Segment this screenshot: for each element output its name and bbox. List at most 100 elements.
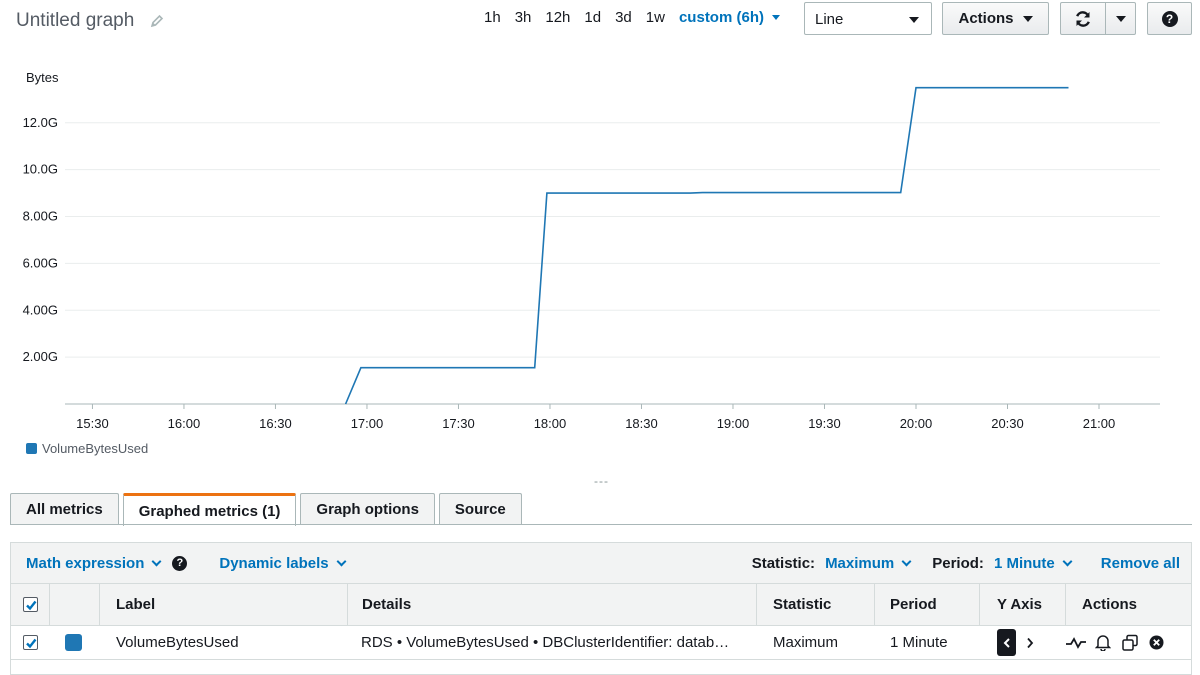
x-tick-label: 16:30 bbox=[259, 416, 292, 431]
actions-label: Actions bbox=[958, 10, 1014, 27]
custom-range-caret-icon[interactable] bbox=[771, 15, 780, 20]
statistic-label: Statistic: bbox=[751, 554, 816, 572]
chevron-right-icon bbox=[1027, 637, 1034, 648]
x-tick-label: 20:30 bbox=[991, 416, 1024, 431]
refresh-options-button[interactable] bbox=[1105, 2, 1136, 35]
column-divider bbox=[49, 584, 50, 626]
actions-button[interactable]: Actions bbox=[942, 2, 1049, 35]
range-12h[interactable]: 12h bbox=[545, 9, 570, 26]
column-divider bbox=[347, 584, 348, 626]
x-tick-label: 21:00 bbox=[1083, 416, 1116, 431]
range-1d[interactable]: 1d bbox=[584, 9, 601, 26]
dynamic-labels-label: Dynamic labels bbox=[219, 554, 329, 572]
remove-icon[interactable] bbox=[1149, 635, 1164, 650]
y-tick-label: 10.0G bbox=[23, 162, 58, 177]
header-statistic[interactable]: Statistic bbox=[773, 584, 831, 625]
chevron-down-icon bbox=[1062, 556, 1073, 566]
legend-swatch bbox=[26, 443, 37, 454]
chart-legend: VolumeBytesUsed bbox=[26, 441, 148, 456]
x-tick-label: 15:30 bbox=[76, 416, 109, 431]
tab-all-metrics[interactable]: All metrics bbox=[10, 493, 119, 525]
chevron-down-icon bbox=[909, 17, 919, 23]
tab-source[interactable]: Source bbox=[438, 493, 522, 525]
row-checkbox[interactable] bbox=[23, 626, 38, 659]
resize-handle[interactable]: --- bbox=[594, 474, 609, 488]
x-tick-label: 19:00 bbox=[717, 416, 750, 431]
copy-icon[interactable] bbox=[1121, 634, 1139, 652]
column-divider bbox=[1065, 584, 1066, 626]
edit-pencil-icon[interactable] bbox=[150, 14, 164, 33]
row-period[interactable]: 1 Minute bbox=[890, 626, 948, 659]
chevron-down-icon bbox=[151, 556, 162, 566]
header-period[interactable]: Period bbox=[890, 584, 937, 625]
chart-type-value: Line bbox=[815, 11, 844, 28]
tab-graphed-metrics[interactable]: Graphed metrics (1) bbox=[122, 493, 297, 526]
column-divider bbox=[756, 584, 757, 626]
row-details: RDS • VolumeBytesUsed • DBClusterIdentif… bbox=[361, 634, 730, 651]
x-tick-label: 20:00 bbox=[900, 416, 933, 431]
x-tick-label: 16:00 bbox=[168, 416, 201, 431]
column-divider bbox=[979, 584, 980, 626]
series-color-swatch[interactable] bbox=[65, 626, 82, 659]
statistic-dropdown[interactable]: Maximum bbox=[825, 554, 912, 572]
x-tick-label: 18:30 bbox=[625, 416, 658, 431]
checkmark-icon bbox=[25, 600, 36, 610]
help-icon: ? bbox=[1161, 10, 1178, 27]
line-chart: Bytes 2.00G 4.00G 6.00G 8.00G 10.0G 12.0G 15:30… bbox=[23, 70, 1160, 431]
chevron-down-icon bbox=[1115, 15, 1126, 22]
period-dropdown[interactable]: 1 Minute bbox=[994, 555, 1073, 572]
info-icon[interactable]: ? bbox=[172, 555, 188, 571]
range-1w[interactable]: 1w bbox=[646, 9, 665, 26]
chevron-down-icon bbox=[336, 556, 347, 566]
column-divider bbox=[99, 584, 100, 626]
dynamic-labels-dropdown[interactable]: Dynamic labels bbox=[219, 554, 347, 572]
period-label: Period: bbox=[932, 554, 984, 572]
series-line bbox=[344, 86, 1069, 405]
range-custom[interactable]: custom (6h) bbox=[679, 9, 764, 26]
range-3h[interactable]: 3h bbox=[515, 9, 532, 26]
metrics-table-header: Label Details Statistic Period Y Axis Ac… bbox=[10, 584, 1192, 626]
row-statistic[interactable]: Maximum bbox=[773, 626, 838, 659]
graphed-metrics-toolbar: Math expression ? Dynamic labels Statist… bbox=[10, 542, 1192, 584]
y-tick-label: 6.00G bbox=[23, 255, 58, 270]
x-tick-label: 17:00 bbox=[351, 416, 384, 431]
tab-graph-options[interactable]: Graph options bbox=[300, 493, 435, 525]
row-label[interactable]: VolumeBytesUsed bbox=[116, 626, 239, 659]
range-3d[interactable]: 3d bbox=[615, 9, 632, 26]
y-tick-label: 2.00G bbox=[23, 349, 58, 364]
range-1h[interactable]: 1h bbox=[484, 9, 501, 26]
refresh-button[interactable] bbox=[1060, 2, 1106, 35]
y-axis-left-button[interactable] bbox=[997, 626, 1016, 659]
graph-line-icon[interactable] bbox=[1065, 636, 1087, 650]
y-axis-label: Bytes bbox=[26, 70, 59, 85]
table-bottom-area bbox=[10, 659, 1192, 675]
x-tick-label: 18:00 bbox=[534, 416, 567, 431]
math-expression-label: Math expression bbox=[26, 554, 145, 572]
tab-divider bbox=[10, 524, 1192, 525]
select-all-checkbox[interactable] bbox=[23, 584, 38, 625]
chevron-down-icon bbox=[901, 556, 912, 566]
y-tick-label: 8.00G bbox=[23, 209, 58, 224]
y-tick-label: 12.0G bbox=[23, 115, 58, 130]
metrics-tabs: All metrics Graphed metrics (1) Graph op… bbox=[10, 492, 526, 526]
time-range-selector: 1h 3h 12h 1d 3d 1w custom (6h) bbox=[484, 9, 780, 26]
refresh-icon bbox=[1076, 10, 1090, 27]
checkmark-icon bbox=[25, 638, 36, 648]
graph-title[interactable]: Untitled graph bbox=[16, 10, 134, 32]
row-actions bbox=[1065, 626, 1164, 659]
header-label[interactable]: Label bbox=[116, 584, 155, 625]
chevron-left-icon bbox=[1003, 637, 1010, 648]
header-y-axis[interactable]: Y Axis bbox=[997, 584, 1042, 625]
header-details[interactable]: Details bbox=[362, 584, 411, 625]
header-actions: Actions bbox=[1082, 596, 1138, 613]
math-expression-dropdown[interactable]: Math expression bbox=[26, 554, 162, 572]
table-row: VolumeBytesUsed RDS • VolumeBytesUsed • … bbox=[10, 626, 1192, 660]
bell-icon[interactable] bbox=[1095, 634, 1111, 651]
chevron-down-icon bbox=[1022, 15, 1033, 22]
remove-all-button[interactable]: Remove all bbox=[1101, 555, 1180, 572]
x-tick-label: 19:30 bbox=[808, 416, 841, 431]
statistic-value: Maximum bbox=[825, 554, 895, 572]
y-axis-right-button[interactable] bbox=[1026, 626, 1034, 659]
chart-type-select[interactable]: Line bbox=[804, 2, 932, 35]
help-button[interactable]: ? bbox=[1147, 2, 1192, 35]
